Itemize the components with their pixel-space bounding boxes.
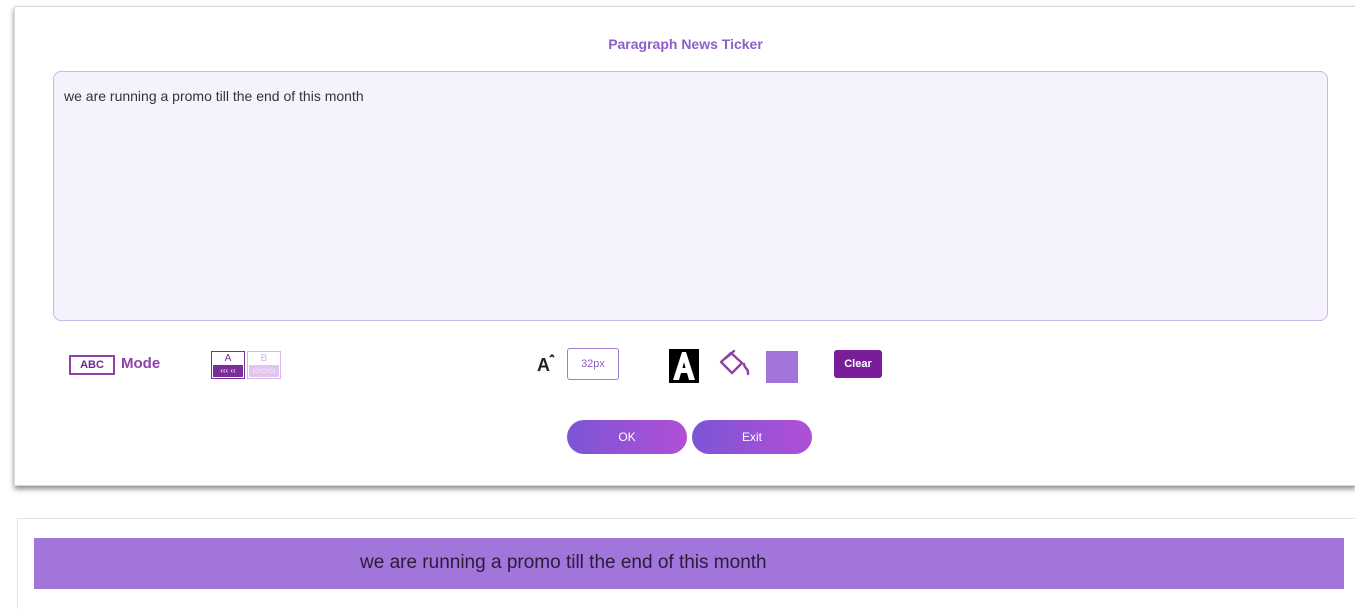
ticker-dialog: Paragraph News Ticker ABC Mode A ‹‹‹ ‹‹ …	[14, 6, 1355, 486]
exit-button[interactable]: Exit	[692, 420, 812, 454]
static-icon: ▭▭▭	[249, 365, 279, 377]
mode-b-option[interactable]: B ▭▭▭	[247, 351, 281, 379]
mode-a-option[interactable]: A ‹‹‹ ‹‹	[211, 351, 245, 379]
scroll-mode-toggle[interactable]: A ‹‹‹ ‹‹ B ▭▭▭	[211, 351, 285, 379]
dialog-title: Paragraph News Ticker	[608, 36, 763, 52]
text-color-icon[interactable]	[669, 349, 699, 383]
mode-label[interactable]: Mode	[121, 355, 160, 372]
ok-button[interactable]: OK	[567, 420, 687, 454]
font-size-icon: A	[537, 354, 555, 374]
font-size-input[interactable]: 32px	[567, 348, 619, 380]
svg-text:A: A	[537, 355, 550, 374]
mode-a-letter: A	[224, 353, 232, 364]
mode-abc-icon[interactable]: ABC	[69, 355, 115, 375]
mode-b-letter: B	[260, 353, 268, 364]
background-color-swatch[interactable]	[766, 351, 798, 383]
scroll-left-icon: ‹‹‹ ‹‹	[213, 365, 243, 377]
ticker-preview-bar: we are running a promo till the end of t…	[34, 538, 1344, 589]
ticker-preview-text: we are running a promo till the end of t…	[360, 552, 767, 573]
clear-button[interactable]: Clear	[834, 350, 882, 378]
background-fill-icon[interactable]	[718, 350, 752, 380]
ticker-text-editor[interactable]	[53, 71, 1328, 321]
